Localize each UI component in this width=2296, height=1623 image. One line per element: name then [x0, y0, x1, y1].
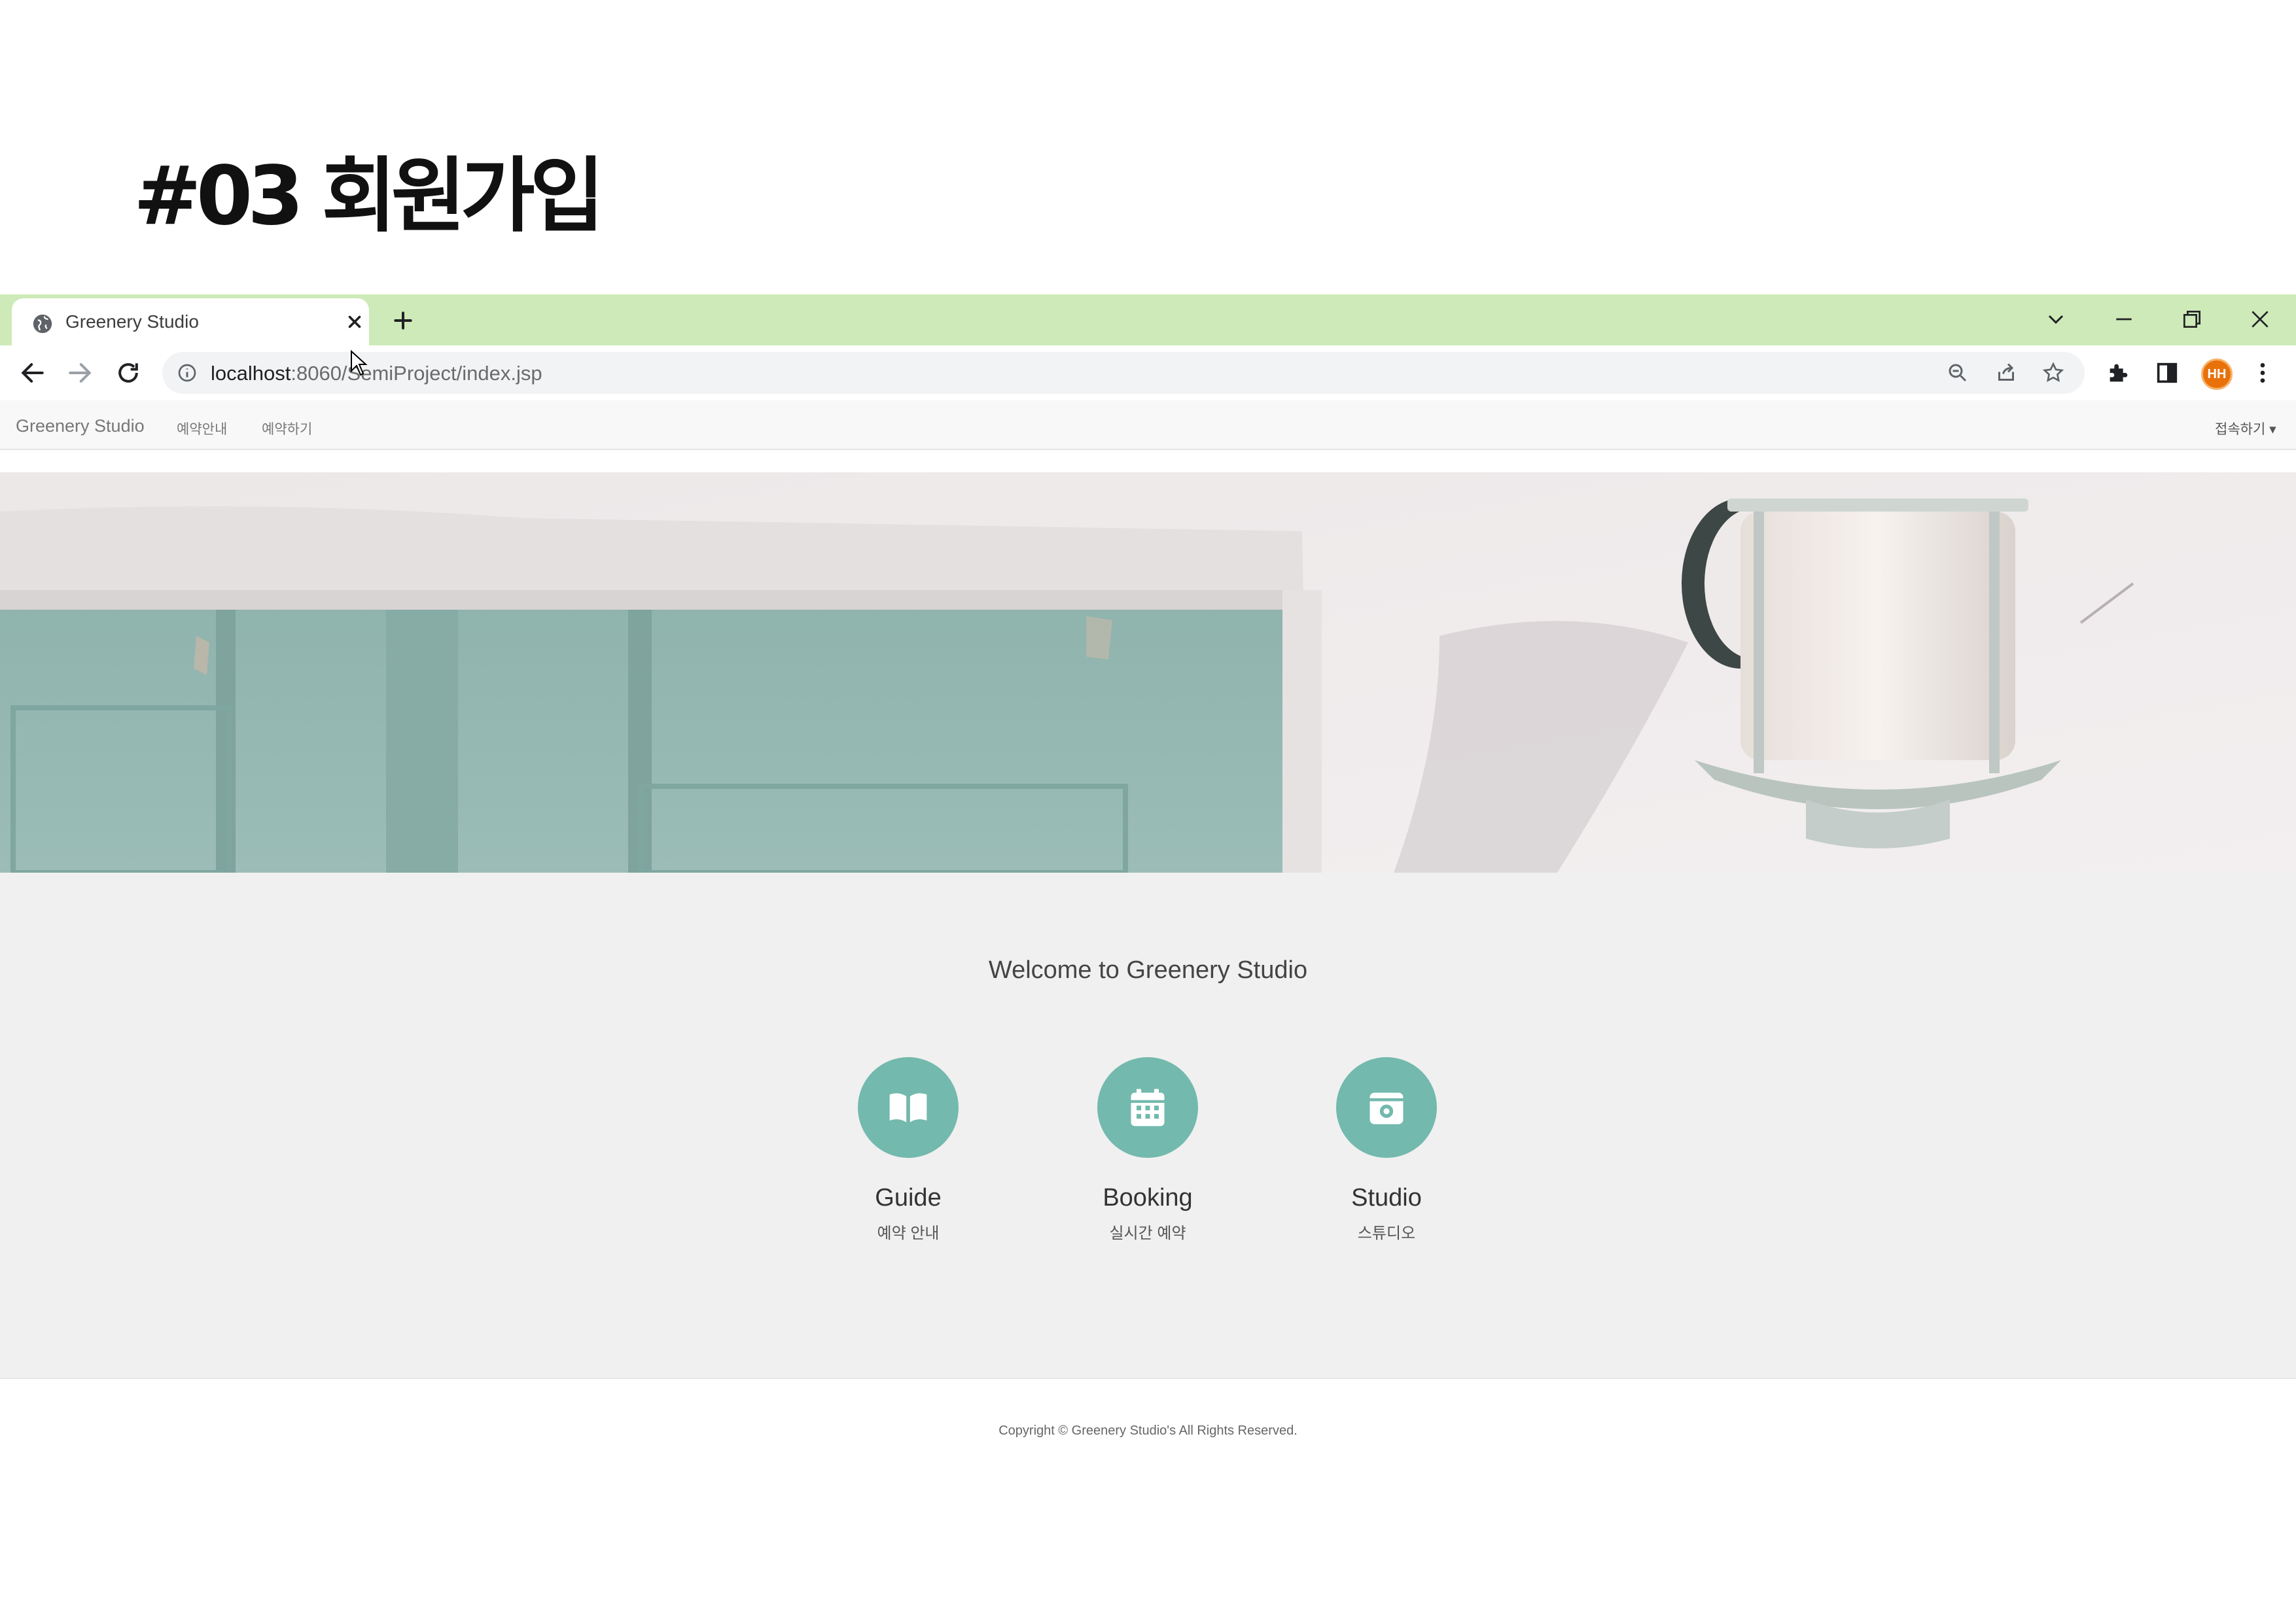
tab-bar: Greenery Studio — [0, 294, 2296, 345]
navbar-brand[interactable]: Greenery Studio — [16, 416, 145, 436]
nav-link-booking[interactable]: 예약하기 — [262, 419, 312, 438]
feature-booking[interactable]: Booking 실시간 예약 — [1050, 1057, 1246, 1243]
tab-search-chevron-icon[interactable] — [2043, 306, 2069, 332]
zoom-icon[interactable] — [1946, 361, 1969, 385]
feature-title: Guide — [875, 1184, 942, 1212]
page-viewport: Greenery Studio 예약안내 예약하기 접속하기 ▾ Welcome… — [0, 400, 2296, 1623]
feature-subtitle: 예약 안내 — [877, 1225, 940, 1242]
feature-title: Booking — [1103, 1184, 1193, 1212]
feature-studio[interactable]: Studio 스튜디오 — [1288, 1057, 1485, 1243]
url-host: localhost — [211, 362, 291, 385]
browser-window: Greenery Studio localhost:8060/SemiProje… — [0, 294, 2296, 1623]
calendar-icon — [1131, 1089, 1165, 1126]
url-path: :8060/SemiProject/index.jsp — [291, 362, 542, 385]
reload-icon[interactable] — [114, 358, 143, 387]
feature-title: Studio — [1351, 1184, 1422, 1212]
address-bar[interactable]: localhost:8060/SemiProject/index.jsp — [162, 352, 2085, 394]
book-icon — [889, 1093, 927, 1123]
welcome-heading: Welcome to Greenery Studio — [988, 956, 1308, 984]
side-panel-icon[interactable] — [2154, 360, 2180, 386]
globe-icon — [33, 314, 52, 334]
site-navbar: Greenery Studio 예약안내 예약하기 접속하기 ▾ — [0, 400, 2296, 450]
more-menu-icon[interactable] — [2250, 360, 2276, 386]
mouse-cursor-icon — [351, 350, 368, 376]
nav-login-dropdown[interactable]: 접속하기 ▾ — [2215, 419, 2276, 438]
minimize-icon[interactable] — [2111, 306, 2137, 332]
booking-button[interactable] — [1097, 1057, 1198, 1158]
bookmark-star-icon[interactable] — [2041, 361, 2065, 385]
feature-subtitle: 스튜디오 — [1357, 1225, 1416, 1242]
camera-icon — [1369, 1092, 1404, 1125]
extensions-puzzle-icon[interactable] — [2106, 360, 2132, 386]
tab-title: Greenery Studio — [65, 311, 199, 332]
feature-guide[interactable]: Guide 예약 안내 — [810, 1057, 1006, 1243]
site-info-icon[interactable] — [177, 362, 198, 383]
hero-banner-image — [0, 472, 2296, 873]
restore-icon[interactable] — [2179, 306, 2205, 332]
slide-title: #03 회원가입 — [133, 149, 605, 243]
forward-arrow-icon[interactable] — [65, 358, 94, 387]
profile-avatar[interactable]: HH — [2201, 358, 2233, 390]
back-arrow-icon[interactable] — [18, 358, 47, 387]
nav-link-guide[interactable]: 예약안내 — [177, 419, 227, 438]
close-tab-icon[interactable] — [343, 310, 366, 334]
site-footer: Copyright © Greenery Studio's All Rights… — [0, 1378, 2296, 1623]
close-window-icon[interactable] — [2247, 306, 2273, 332]
feature-subtitle: 실시간 예약 — [1109, 1225, 1186, 1242]
main-content: Welcome to Greenery Studio Guide 예약 안내 B… — [0, 873, 2296, 1378]
copyright-text: Copyright © Greenery Studio's All Rights… — [998, 1423, 1298, 1438]
tab-greenery-studio[interactable]: Greenery Studio — [12, 298, 369, 345]
studio-button[interactable] — [1336, 1057, 1437, 1158]
browser-toolbar: localhost:8060/SemiProject/index.jsp HH — [0, 345, 2296, 400]
url-text: localhost:8060/SemiProject/index.jsp — [211, 362, 542, 385]
guide-button[interactable] — [858, 1057, 959, 1158]
share-icon[interactable] — [1994, 361, 2018, 385]
new-tab-icon[interactable] — [390, 307, 416, 334]
